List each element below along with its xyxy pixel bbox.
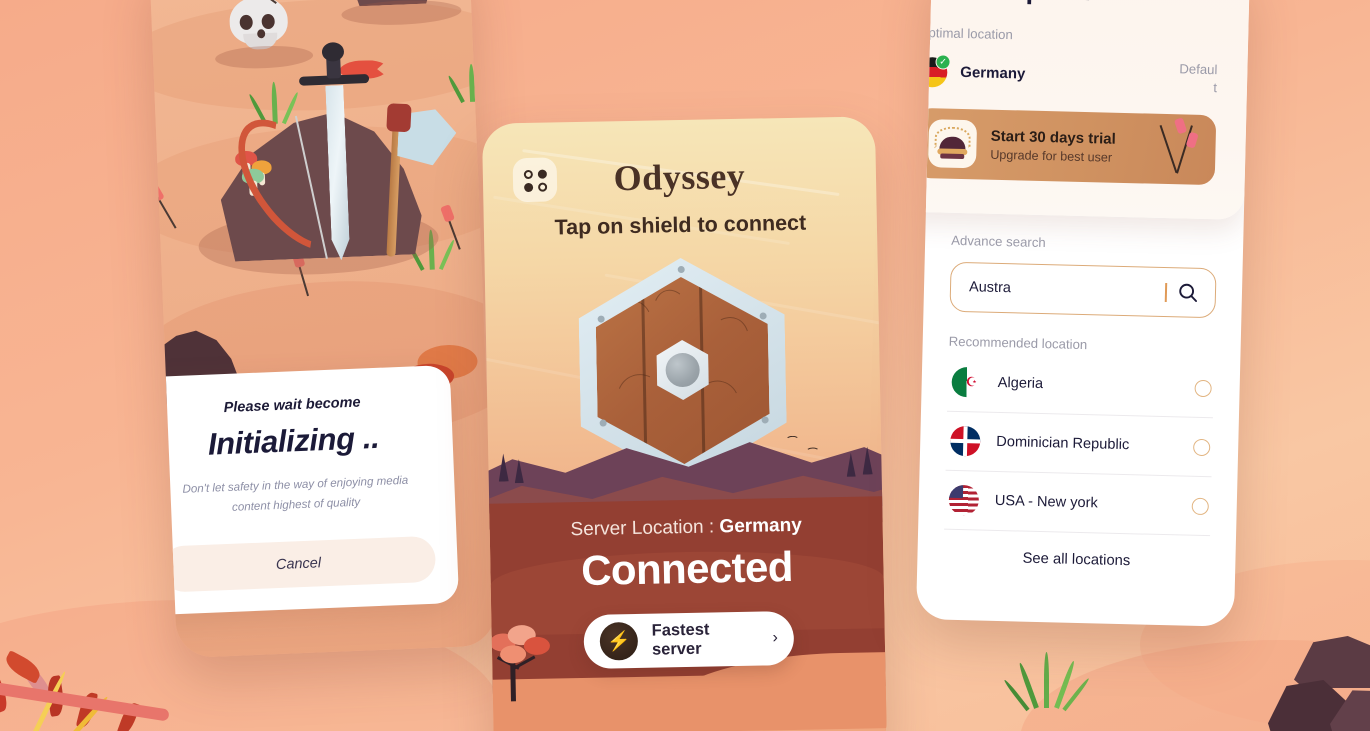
leaf bbox=[1, 650, 45, 684]
search-box[interactable] bbox=[949, 261, 1217, 319]
germany-flag-wrapper: ✓ bbox=[916, 54, 951, 88]
list-item[interactable]: Dominician Republic bbox=[945, 411, 1213, 478]
page-title: Server option bbox=[919, 0, 1220, 10]
helmet-base bbox=[940, 153, 965, 159]
optimal-location-row[interactable]: ✓ Germany Default bbox=[916, 54, 1218, 97]
dialog-wait-label: Please wait become bbox=[223, 394, 361, 417]
location-name: Dominician Republic bbox=[996, 433, 1130, 454]
sword-pommel bbox=[321, 41, 345, 62]
autumn-tree bbox=[487, 622, 559, 703]
optimal-country-name: Germany bbox=[960, 64, 1026, 83]
foliage-cluster-left bbox=[0, 640, 200, 731]
initializing-dialog: Please wait become Initializing .. Don't… bbox=[149, 364, 460, 616]
text-caret bbox=[1165, 282, 1168, 302]
rock bbox=[1294, 636, 1370, 688]
location-radio[interactable] bbox=[1193, 438, 1211, 456]
grass-blade bbox=[468, 63, 476, 102]
dominican-republic-flag-icon bbox=[949, 425, 981, 457]
advance-search-label: Advance search bbox=[951, 232, 1046, 251]
grass-tuft bbox=[447, 63, 492, 106]
optimal-location-label: Optimal location bbox=[918, 24, 1013, 43]
algeria-crescent: ☪ bbox=[965, 374, 978, 390]
grass-blade bbox=[271, 81, 278, 124]
wood-grain bbox=[647, 285, 701, 353]
app-title: Odyssey bbox=[613, 155, 746, 199]
trial-banner[interactable]: Start 30 days trial Upgrade for best use… bbox=[915, 107, 1217, 185]
search-and-locations-section: Advance search Recommended location ☪ Al… bbox=[917, 232, 1243, 572]
search-icon[interactable] bbox=[1175, 279, 1202, 306]
bird-icon bbox=[785, 435, 800, 444]
usa-flag-icon bbox=[948, 484, 980, 516]
rock-cluster-right bbox=[1268, 636, 1370, 731]
phone-right-screen: Server option Optimal location ✓ Germany… bbox=[915, 0, 1251, 627]
search-input[interactable] bbox=[968, 279, 1166, 301]
location-name: USA - New york bbox=[994, 492, 1098, 512]
axe-binding bbox=[386, 103, 412, 133]
bird-icon bbox=[806, 447, 820, 455]
dialog-title: Initializing .. bbox=[207, 419, 380, 462]
grass-tuft-right bbox=[1003, 650, 1091, 720]
cancel-button[interactable]: Cancel bbox=[160, 535, 437, 593]
helmet-shape bbox=[937, 136, 968, 159]
see-all-locations-button[interactable]: See all locations bbox=[943, 530, 1210, 571]
lightning-bolt-icon: ⚡ bbox=[599, 621, 639, 661]
crossed-arrows-icon bbox=[1151, 116, 1202, 180]
grass-blade bbox=[1044, 652, 1049, 708]
check-icon: ✓ bbox=[935, 54, 951, 70]
location-name: Algeria bbox=[997, 374, 1044, 393]
sword-blade bbox=[325, 85, 350, 261]
app-showcase-stage: ☠ bbox=[0, 0, 1370, 731]
server-location-label: Server Location bbox=[570, 516, 704, 541]
sword-icon bbox=[298, 41, 368, 272]
list-item[interactable]: USA - New york bbox=[944, 470, 1212, 537]
default-tag: Default bbox=[1179, 61, 1218, 96]
server-location-value: Germany bbox=[719, 514, 803, 538]
fastest-server-label: Fastest server bbox=[651, 620, 710, 659]
recommended-location-label: Recommended location bbox=[948, 333, 1088, 353]
laurel-helmet-icon bbox=[927, 118, 978, 168]
phone-middle-screen: Odyssey Tap on shield to connect Server … bbox=[481, 116, 888, 731]
phone-left-screen: ☠ bbox=[149, 0, 497, 659]
location-radio[interactable] bbox=[1194, 379, 1212, 397]
dialog-description: Don't let safety in the way of enjoying … bbox=[182, 473, 409, 514]
list-item[interactable]: ☪ Algeria bbox=[946, 352, 1215, 419]
connection-status: Connected bbox=[580, 542, 794, 595]
arrow-fletching bbox=[1173, 116, 1188, 135]
location-radio[interactable] bbox=[1191, 497, 1209, 515]
algeria-flag-icon: ☪ bbox=[951, 366, 983, 398]
flag-cross bbox=[950, 438, 981, 444]
tap-hint-label: Tap on shield to connect bbox=[554, 210, 807, 240]
server-location-separator: : bbox=[708, 516, 715, 538]
arrow-shaft bbox=[1159, 124, 1178, 173]
axe-icon bbox=[372, 97, 449, 260]
server-option-card: Server option Optimal location ✓ Germany… bbox=[915, 0, 1251, 220]
leaf bbox=[523, 636, 551, 656]
fastest-server-button[interactable]: ⚡ Fastest server › bbox=[583, 610, 795, 669]
flag-canton bbox=[948, 484, 964, 499]
chevron-right-icon: › bbox=[772, 629, 778, 647]
